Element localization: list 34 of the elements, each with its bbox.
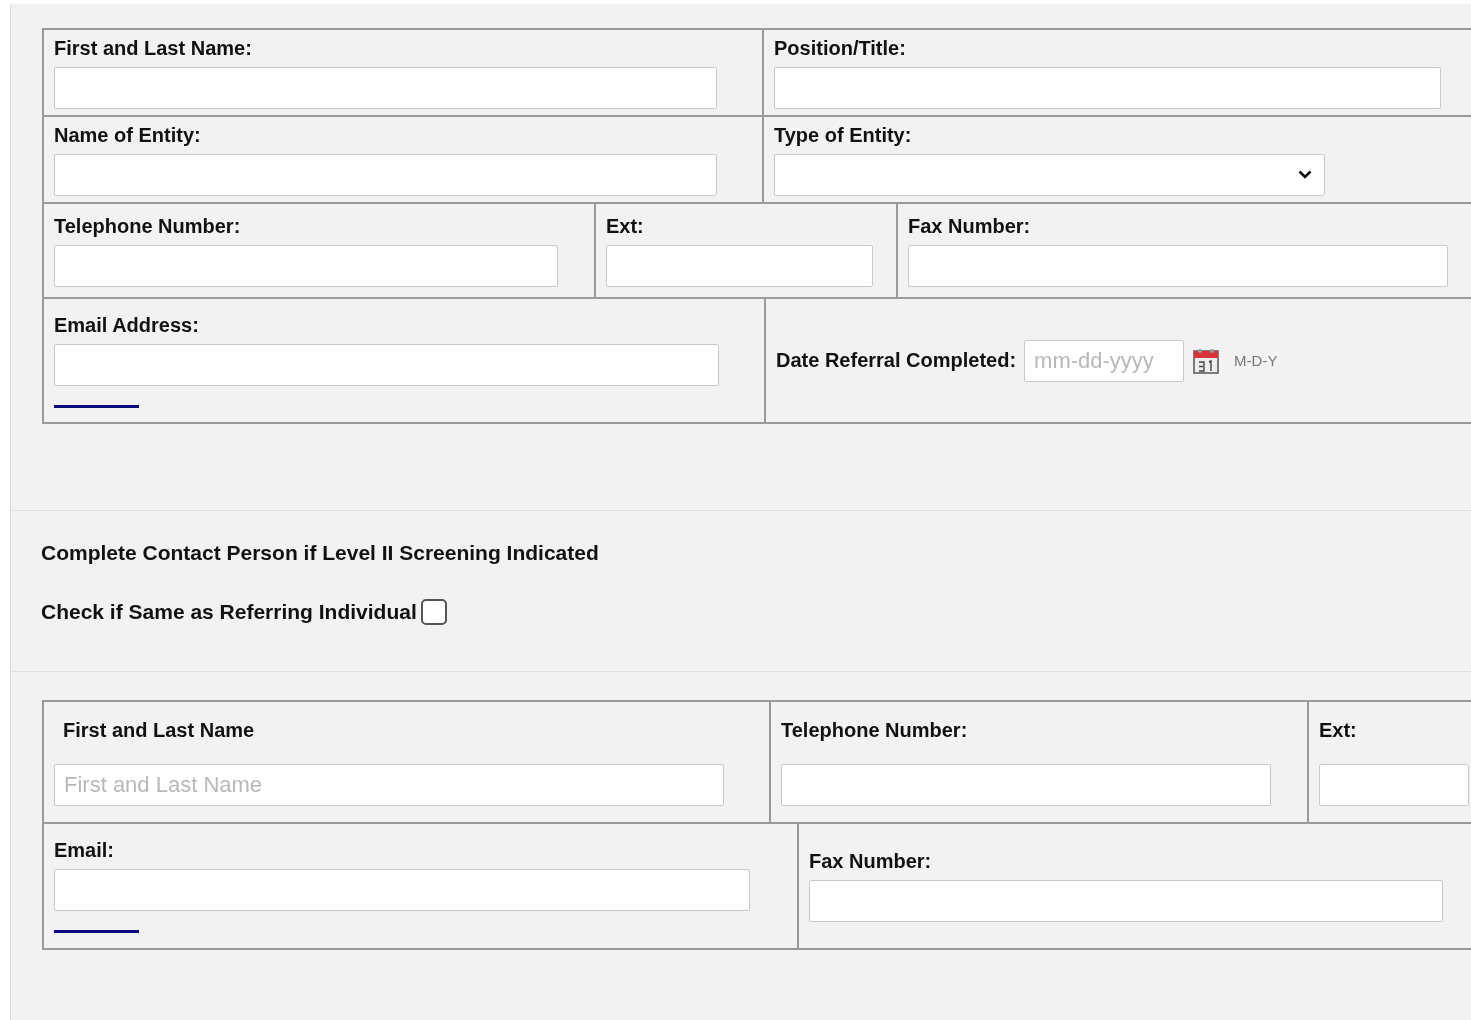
checkbox-label: Check if Same as Referring Individual (41, 600, 417, 624)
text-field[interactable]: First and Last Name (54, 763, 724, 806)
text-field[interactable] (774, 66, 1441, 109)
field-label: Ext: (1319, 718, 1358, 742)
field-label: Ext: (606, 214, 645, 238)
section-heading: Complete Contact Person if Level II Screening Indicated (41, 541, 600, 565)
field-label: Position/Title: (774, 36, 907, 60)
checkbox[interactable] (420, 599, 447, 625)
text-field[interactable] (54, 244, 558, 287)
field-label: Email: (54, 839, 116, 862)
text-field[interactable] (54, 869, 750, 911)
field-label: First and Last Name (62, 718, 256, 742)
field-label: Fax Number: (908, 214, 1032, 238)
text-field[interactable] (1319, 763, 1469, 806)
field-label: Date Referral Completed: (776, 349, 1017, 372)
chevron-down-icon (1298, 170, 1312, 179)
calendar-icon[interactable] (1192, 346, 1221, 375)
field-label: Name of Entity: (54, 123, 202, 147)
date-format-hint: M-D-Y (1234, 352, 1278, 369)
text-field[interactable] (54, 66, 717, 109)
text-field[interactable] (54, 153, 717, 196)
field-label: Telephone Number: (781, 718, 969, 742)
field-label: Telephone Number: (54, 214, 242, 238)
dropdown-field[interactable] (774, 153, 1325, 196)
text-field[interactable] (606, 244, 873, 287)
text-field[interactable] (54, 343, 719, 386)
field-label: Email Address: (54, 313, 200, 337)
text-field[interactable] (809, 880, 1443, 922)
field-label: First and Last Name: (54, 36, 253, 60)
date-field[interactable]: mm-dd-yyyy (1024, 339, 1185, 382)
field-label: Fax Number: (809, 850, 933, 873)
text-field[interactable] (908, 244, 1448, 287)
text-field[interactable] (781, 763, 1271, 806)
field-label: Type of Entity: (774, 123, 913, 147)
